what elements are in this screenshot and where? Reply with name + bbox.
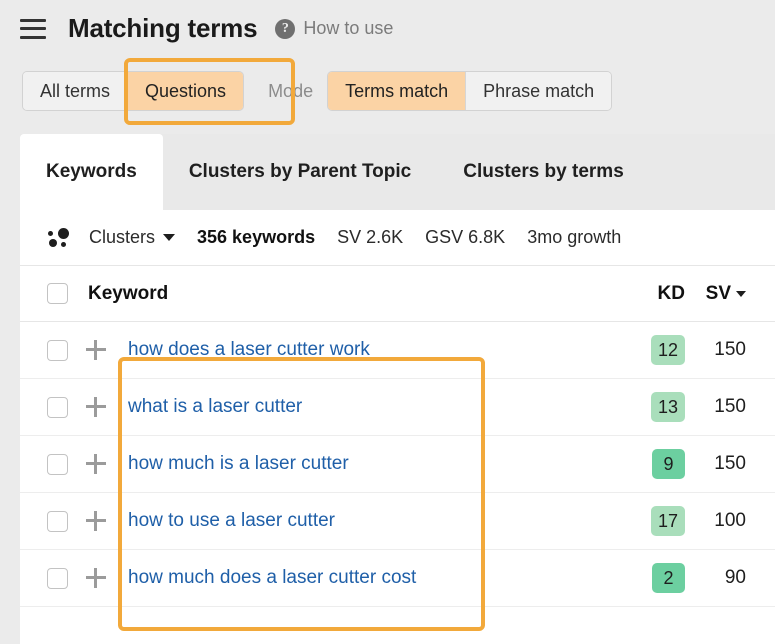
row-checkbox[interactable]	[47, 511, 68, 532]
clusters-dots-icon	[48, 228, 72, 248]
top-bar: Matching terms ? How to use	[0, 0, 775, 57]
stat-sv: SV 2.6K	[337, 227, 403, 248]
sort-desc-icon	[736, 291, 746, 297]
sv-cell: 150	[685, 339, 775, 361]
sv-cell: 150	[685, 453, 775, 475]
keyword-cell: how much is a laser cutter	[128, 453, 599, 475]
cluster-dot	[61, 242, 66, 247]
stats-bar: Clusters 356 keywords SV 2.6K GSV 6.8K 3…	[20, 210, 775, 266]
kd-cell: 2	[599, 563, 685, 593]
question-mark-icon: ?	[275, 19, 295, 39]
table-row[interactable]: what is a laser cutter 13 150	[20, 379, 775, 436]
mode-filter-group: Terms match Phrase match	[327, 71, 612, 111]
add-keyword-icon[interactable]	[86, 568, 106, 588]
table-header-row: Keyword KD SV	[20, 266, 775, 322]
column-header-kd[interactable]: KD	[599, 283, 685, 305]
row-checkbox[interactable]	[47, 397, 68, 418]
kd-badge: 12	[651, 335, 685, 365]
cluster-dot	[58, 228, 69, 239]
page-title: Matching terms	[68, 13, 257, 44]
keywords-table: Keyword KD SV how does a laser cutter wo…	[20, 266, 775, 607]
row-checkbox[interactable]	[47, 568, 68, 589]
tab-clusters-by-terms[interactable]: Clusters by terms	[437, 134, 650, 210]
add-keyword-icon[interactable]	[86, 397, 106, 417]
add-keyword-icon[interactable]	[86, 340, 106, 360]
tab-clusters-by-parent-topic[interactable]: Clusters by Parent Topic	[163, 134, 437, 210]
table-row[interactable]: how much does a laser cutter cost 2 90	[20, 550, 775, 607]
hamburger-line	[20, 36, 46, 39]
kd-cell: 17	[599, 506, 685, 536]
term-filter-group: All terms Questions	[22, 71, 244, 111]
cluster-dot	[49, 239, 57, 247]
chevron-down-icon	[163, 234, 175, 241]
keyword-cell: how to use a laser cutter	[128, 510, 599, 532]
tab-keywords[interactable]: Keywords	[20, 134, 163, 210]
hamburger-menu-icon[interactable]	[20, 19, 46, 39]
how-to-use-link[interactable]: ? How to use	[275, 18, 393, 39]
filter-questions[interactable]: Questions	[128, 72, 243, 110]
mode-label: Mode	[268, 81, 313, 102]
how-to-use-label: How to use	[303, 18, 393, 39]
clusters-label: Clusters	[89, 227, 155, 248]
keyword-link[interactable]: how much is a laser cutter	[128, 453, 349, 474]
column-header-sv-label: SV	[706, 283, 731, 305]
column-header-sv[interactable]: SV	[685, 283, 775, 305]
filter-all-terms[interactable]: All terms	[23, 72, 128, 110]
table-row[interactable]: how does a laser cutter work 12 150	[20, 322, 775, 379]
kd-badge: 17	[651, 506, 685, 536]
cluster-dot	[48, 231, 53, 236]
kd-cell: 13	[599, 392, 685, 422]
filter-terms-match[interactable]: Terms match	[328, 72, 466, 110]
hamburger-line	[20, 27, 46, 30]
results-card: Keywords Clusters by Parent Topic Cluste…	[20, 134, 775, 644]
kd-cell: 9	[599, 449, 685, 479]
filter-phrase-match[interactable]: Phrase match	[466, 72, 611, 110]
kd-badge: 9	[652, 449, 685, 479]
filter-toolbar: All terms Questions Mode Terms match Phr…	[22, 71, 612, 111]
keywords-count: 356 keywords	[197, 227, 315, 248]
row-checkbox[interactable]	[47, 340, 68, 361]
kd-cell: 12	[599, 335, 685, 365]
kd-badge: 2	[652, 563, 685, 593]
clusters-dropdown[interactable]: Clusters	[48, 227, 175, 248]
select-all-checkbox[interactable]	[47, 283, 68, 304]
hamburger-line	[20, 19, 46, 22]
sv-cell: 100	[685, 510, 775, 532]
keyword-cell: what is a laser cutter	[128, 396, 599, 418]
add-keyword-icon[interactable]	[86, 454, 106, 474]
kd-badge: 13	[651, 392, 685, 422]
row-checkbox[interactable]	[47, 454, 68, 475]
column-header-keyword[interactable]: Keyword	[88, 283, 599, 305]
keyword-link[interactable]: how does a laser cutter work	[128, 339, 370, 360]
keyword-cell: how does a laser cutter work	[128, 339, 599, 361]
keyword-cell: how much does a laser cutter cost	[128, 567, 599, 589]
app-root: Matching terms ? How to use All terms Qu…	[0, 0, 775, 644]
keyword-link[interactable]: how to use a laser cutter	[128, 510, 335, 531]
table-row[interactable]: how much is a laser cutter 9 150	[20, 436, 775, 493]
keyword-link[interactable]: how much does a laser cutter cost	[128, 567, 416, 588]
sv-cell: 90	[685, 567, 775, 589]
tab-bar: Keywords Clusters by Parent Topic Cluste…	[20, 134, 775, 210]
add-keyword-icon[interactable]	[86, 511, 106, 531]
keyword-link[interactable]: what is a laser cutter	[128, 396, 302, 417]
sv-cell: 150	[685, 396, 775, 418]
stat-3mo-growth: 3mo growth	[527, 227, 621, 248]
table-row[interactable]: how to use a laser cutter 17 100	[20, 493, 775, 550]
stat-gsv: GSV 6.8K	[425, 227, 505, 248]
